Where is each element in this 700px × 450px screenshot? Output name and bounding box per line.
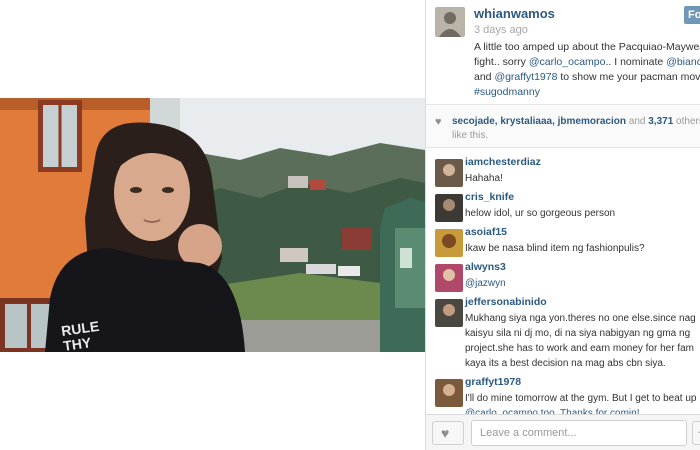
owner-username[interactable]: whianwamos — [474, 6, 555, 21]
comment-text: Ikaw be nasa blind item ng fashionpulis? — [465, 241, 645, 256]
likes-summary: ♥ secojade, krystaliaaa, jbmemoracion an… — [426, 104, 700, 148]
comment-line: @carlo_ocampo too. Thanks for comin! — [465, 408, 640, 414]
caption-text: fight.. sorry — [474, 56, 529, 68]
comment-footer: ♥ … — [426, 414, 700, 450]
comment-input[interactable] — [471, 420, 687, 446]
post-photo[interactable]: RULE THY — [0, 98, 425, 352]
commenter-username[interactable]: cris_knife — [465, 191, 514, 203]
commenter-avatar[interactable] — [435, 264, 463, 292]
instagram-post-view: RULE THY whianwamos 3 days ago Fo A litt… — [0, 0, 700, 450]
like-heart-icon: ♥ — [441, 425, 450, 441]
photo-image: RULE THY — [0, 98, 425, 352]
commenter-avatar[interactable] — [435, 159, 463, 187]
caption-text: .. I nominate — [605, 56, 667, 68]
likers-list[interactable]: secojade, krystaliaaa, jbmemoracion — [452, 116, 626, 127]
like-button[interactable]: ♥ — [432, 421, 464, 445]
mention-link[interactable]: @carlo_ocampo — [529, 56, 606, 68]
likes-others: others — [676, 116, 700, 127]
comment-text: Mukhang siya nga yon.theres no one else.… — [465, 311, 696, 371]
commenter-username[interactable]: alwyns3 — [465, 261, 506, 273]
owner-avatar[interactable] — [435, 7, 465, 37]
comment-text: Hahaha! — [465, 171, 503, 186]
likes-count[interactable]: 3,371 — [648, 116, 673, 127]
comment-line: I'll do mine tomorrow at the gym. But I … — [465, 393, 697, 404]
likes-and: and — [625, 116, 649, 127]
comment-line: Hahaha! — [465, 173, 503, 184]
comment-line: kaya its a best decision na mag abs cbn … — [465, 358, 666, 369]
commenter-username[interactable]: jeffersonabinido — [465, 296, 547, 308]
comment-text: helow idol, ur so gorgeous person — [465, 206, 615, 221]
commenter-avatar[interactable] — [435, 379, 463, 407]
comment-line: helow idol, ur so gorgeous person — [465, 208, 616, 219]
likes-suffix: like this. — [452, 130, 489, 141]
comments-list[interactable]: iamchesterdiaz Hahaha! cris_knife helow … — [426, 150, 700, 414]
comment-line: kaisyu sila ni dj mo, di na siya nabigya… — [465, 328, 691, 339]
caption-line-3: and @graffyt1978 to show me your pacman … — [474, 70, 700, 85]
mention-link[interactable]: @graffyt1978 — [494, 71, 557, 83]
comment-line: Ikaw be nasa blind item ng fashionpulis? — [465, 243, 645, 254]
commenter-username[interactable]: asoiaf15 — [465, 226, 507, 238]
mention-link[interactable]: @jazwyn — [465, 276, 506, 291]
commenter-avatar[interactable] — [435, 299, 463, 327]
post-header: whianwamos 3 days ago Fo A little too am… — [426, 0, 700, 103]
svg-text:THY: THY — [62, 334, 93, 352]
commenter-avatar[interactable] — [435, 229, 463, 257]
commenter-username[interactable]: graffyt1978 — [465, 376, 521, 388]
mention-link[interactable]: @bianca — [666, 56, 700, 68]
commenter-avatar[interactable] — [435, 194, 463, 222]
post-timestamp: 3 days ago — [474, 24, 528, 36]
more-options-button[interactable]: … — [692, 421, 700, 445]
comment-line: project.she has to work and earn money f… — [465, 343, 695, 354]
photo-area: RULE THY — [0, 0, 425, 450]
caption-text: to show me your pacman moves — [557, 71, 700, 83]
hashtag-link[interactable]: #sugodmanny — [474, 85, 700, 100]
post-caption: A little too amped up about the Pacquiao… — [474, 40, 700, 100]
caption-line-2: fight.. sorry @carlo_ocampo.. I nominate… — [474, 55, 700, 70]
caption-line-1: A little too amped up about the Pacquiao… — [474, 41, 700, 53]
follow-button[interactable]: Fo — [684, 6, 700, 24]
likes-text: secojade, krystaliaaa, jbmemoracion and … — [452, 115, 700, 143]
post-sidebar: whianwamos 3 days ago Fo A little too am… — [425, 0, 700, 450]
comment-text: @jazwyn — [465, 276, 506, 291]
commenter-username[interactable]: iamchesterdiaz — [465, 156, 541, 168]
comment-text: I'll do mine tomorrow at the gym. But I … — [465, 391, 696, 414]
heart-icon: ♥ — [435, 116, 442, 128]
caption-text: and — [474, 71, 495, 83]
comment-line: Mukhang siya nga yon.theres no one else.… — [465, 313, 696, 324]
